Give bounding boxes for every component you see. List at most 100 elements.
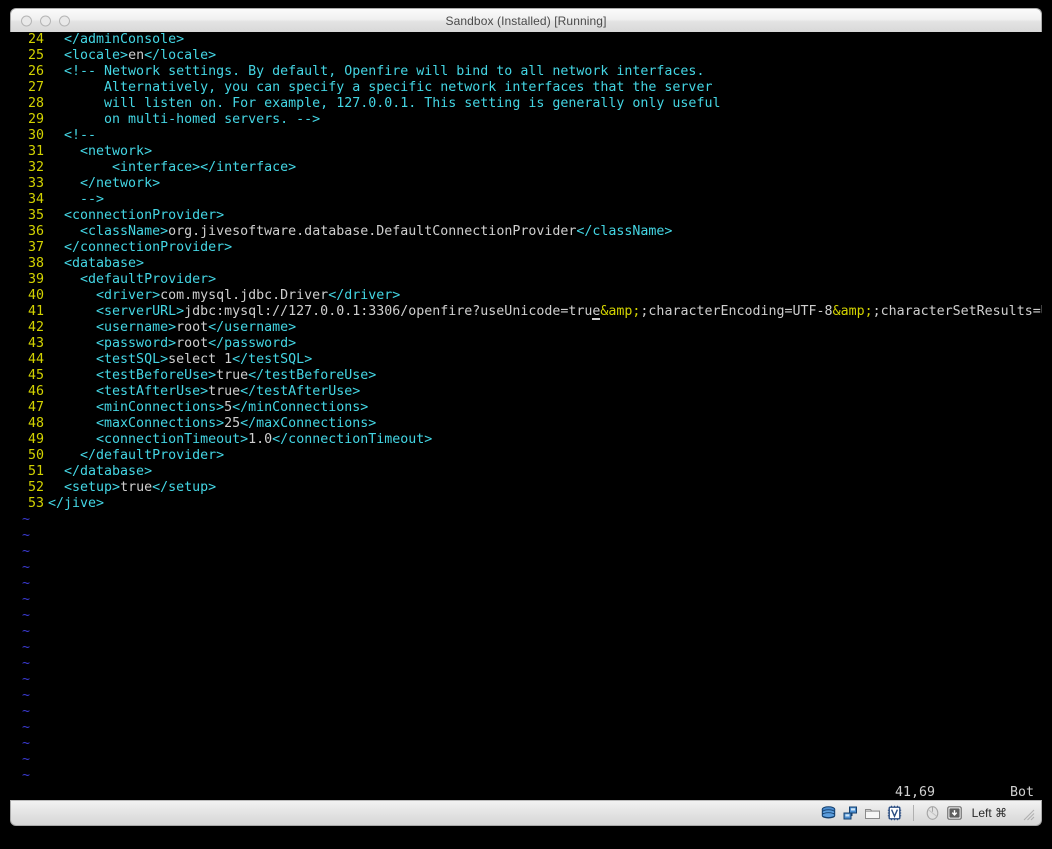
code-token-txt: root	[176, 336, 209, 351]
code-line[interactable]: 35 <connectionProvider>	[10, 208, 1042, 224]
code-token-tag: </adminConsole>	[48, 32, 185, 47]
minimize-button[interactable]	[40, 15, 51, 26]
code-token-tag: <testSQL>	[48, 352, 169, 367]
code-line[interactable]: 51 </database>	[10, 464, 1042, 480]
terminal-vim-viewport[interactable]: 24 </adminConsole> 25 <locale>en</locale>…	[10, 32, 1042, 792]
code-line[interactable]: 47 <minConnections>5</minConnections>	[10, 400, 1042, 416]
line-number: 26	[27, 64, 44, 79]
host-key-icon[interactable]	[946, 805, 963, 821]
line-number: 29	[27, 112, 44, 127]
code-line[interactable]: 44 <testSQL>select 1</testSQL>	[10, 352, 1042, 368]
code-line[interactable]: 43 <password>root</password>	[10, 336, 1042, 352]
code-line[interactable]: 32 <interface></interface>	[10, 160, 1042, 176]
code-line[interactable]: 26 <!-- Network settings. By default, Op…	[10, 64, 1042, 80]
line-number: 39	[27, 272, 44, 287]
line-number: 34	[27, 192, 44, 207]
code-line[interactable]: 28 will listen on. For example, 127.0.0.…	[10, 96, 1042, 112]
statusbar-divider	[912, 805, 914, 821]
empty-line-marker: ~	[10, 688, 1042, 704]
code-token-txt: ;characterEncoding=UTF-8	[640, 304, 833, 319]
vim-scroll-position: Bot	[1010, 785, 1035, 800]
code-token-txt: jdbc:mysql://127.0.0.1:3306/openfire?use…	[184, 304, 593, 319]
code-line[interactable]: 34 -->	[10, 192, 1042, 208]
code-line[interactable]: 36 <className>org.jivesoftware.database.…	[10, 224, 1042, 240]
line-number: 47	[27, 400, 44, 415]
code-line[interactable]: 52 <setup>true</setup>	[10, 480, 1042, 496]
code-line[interactable]: 37 </connectionProvider>	[10, 240, 1042, 256]
empty-line-marker: ~	[10, 608, 1042, 624]
code-line[interactable]: 48 <maxConnections>25</maxConnections>	[10, 416, 1042, 432]
window-titlebar[interactable]: Sandbox (Installed) [Running]	[10, 8, 1042, 32]
line-number: 40	[27, 288, 44, 303]
resize-grip[interactable]	[1021, 806, 1035, 821]
code-token-tag: </database>	[48, 464, 153, 479]
zoom-button[interactable]	[59, 15, 70, 26]
vim-buffer[interactable]: 24 </adminConsole> 25 <locale>en</locale>…	[10, 32, 1042, 512]
code-line[interactable]: 45 <testBeforeUse>true</testBeforeUse>	[10, 368, 1042, 384]
tilde-icon: ~	[22, 688, 31, 703]
tilde-icon: ~	[22, 592, 31, 607]
hard-disk-icon[interactable]	[820, 805, 837, 821]
virtualbox-status-bar: Left ⌘	[10, 800, 1042, 826]
tilde-icon: ~	[22, 640, 31, 655]
code-token-tag: <database>	[48, 256, 145, 271]
code-token-tag: <connectionTimeout>	[48, 432, 249, 447]
code-line[interactable]: 25 <locale>en</locale>	[10, 48, 1042, 64]
empty-line-marker: ~	[10, 720, 1042, 736]
line-number: 53	[27, 496, 44, 511]
code-line[interactable]: 33 </network>	[10, 176, 1042, 192]
close-button[interactable]	[21, 15, 32, 26]
code-line[interactable]: 27 Alternatively, you can specify a spec…	[10, 80, 1042, 96]
tilde-icon: ~	[22, 528, 31, 543]
code-line[interactable]: 53 </jive>	[10, 496, 1042, 512]
line-number: 50	[27, 448, 44, 463]
line-number: 28	[27, 96, 44, 111]
code-line[interactable]: 46 <testAfterUse>true</testAfterUse>	[10, 384, 1042, 400]
empty-line-marker: ~	[10, 560, 1042, 576]
code-line[interactable]: 31 <network>	[10, 144, 1042, 160]
line-number: 30	[27, 128, 44, 143]
code-token-tag: <driver>	[48, 288, 161, 303]
virtualization-icon[interactable]	[886, 805, 903, 821]
code-token-tag: </minConnections>	[232, 400, 369, 415]
code-token-tag: <locale>	[48, 48, 129, 63]
line-number: 42	[27, 320, 44, 335]
code-line[interactable]: 24 </adminConsole>	[10, 32, 1042, 48]
empty-line-marker: ~	[10, 640, 1042, 656]
mouse-icon[interactable]	[924, 805, 941, 821]
line-number: 44	[27, 352, 44, 367]
line-number: 41	[27, 304, 44, 319]
code-line[interactable]: 30 <!--	[10, 128, 1042, 144]
code-line[interactable]: 49 <connectionTimeout>1.0</connectionTim…	[10, 432, 1042, 448]
code-token-txt: true	[120, 480, 153, 495]
empty-line-marker: ~	[10, 768, 1042, 784]
empty-line-marker: ~	[10, 528, 1042, 544]
code-line[interactable]: 50 </defaultProvider>	[10, 448, 1042, 464]
network-icon[interactable]	[842, 805, 859, 821]
code-token-tag: </connectionTimeout>	[272, 432, 433, 447]
code-line[interactable]: 38 <database>	[10, 256, 1042, 272]
tilde-icon: ~	[22, 512, 31, 527]
shared-folder-icon[interactable]	[864, 805, 881, 821]
code-token-tag: <password>	[48, 336, 177, 351]
code-line[interactable]: 39 <defaultProvider>	[10, 272, 1042, 288]
code-token-tag: <username>	[48, 320, 177, 335]
tilde-icon: ~	[22, 624, 31, 639]
empty-line-marker: ~	[10, 656, 1042, 672]
code-line[interactable]: 41 <serverURL>jdbc:mysql://127.0.0.1:330…	[10, 304, 1042, 320]
code-token-tag: </className>	[576, 224, 673, 239]
code-line[interactable]: 42 <username>root</username>	[10, 320, 1042, 336]
code-token-tag: </setup>	[152, 480, 217, 495]
code-token-comment: <interface></interface>	[48, 160, 297, 175]
virtualbox-vm-window: Sandbox (Installed) [Running] 24 </admin…	[0, 0, 1052, 841]
line-number: 49	[27, 432, 44, 447]
tilde-icon: ~	[22, 704, 31, 719]
code-line[interactable]: 29 on multi-homed servers. -->	[10, 112, 1042, 128]
window-controls[interactable]	[21, 15, 70, 26]
code-token-tag: </driver>	[328, 288, 401, 303]
code-line[interactable]: 40 <driver>com.mysql.jdbc.Driver</driver…	[10, 288, 1042, 304]
code-token-comment: will listen on. For example, 127.0.0.1. …	[48, 96, 721, 111]
line-number: 25	[27, 48, 44, 63]
code-token-tag: </testBeforeUse>	[248, 368, 377, 383]
empty-line-marker: ~	[10, 672, 1042, 688]
